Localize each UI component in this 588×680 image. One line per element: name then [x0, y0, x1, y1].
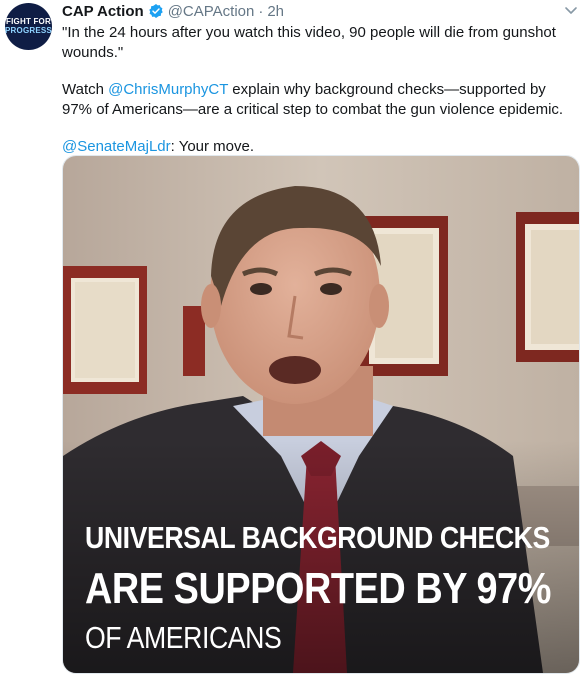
video-caption-line3: OF AMERICANS [85, 620, 282, 655]
tweet-text-segment: : Your move. [170, 138, 255, 155]
verified-badge-icon [148, 4, 163, 18]
chevron-down-icon[interactable] [564, 6, 578, 16]
tweet-timestamp[interactable]: 2h [267, 3, 284, 20]
video-caption-line1: UNIVERSAL BACKGROUND CHECKS [85, 520, 550, 555]
avatar[interactable]: FIGHT FOR PROGRESS [5, 3, 52, 50]
tweet-text-segment: Watch [62, 81, 109, 98]
mention-link-senatemajldr[interactable]: @SenateMajLdr [62, 138, 171, 155]
tweet-paragraph-2: Watch @ChrisMurphyCT explain why backgro… [62, 80, 578, 120]
tweet-text: "In the 24 hours after you watch this vi… [62, 23, 578, 157]
video-caption-line2: ARE SUPPORTED BY 97% [85, 564, 551, 613]
tweet-header: CAP Action @CAPAction · 2h [62, 1, 284, 21]
separator-dot: · [258, 2, 264, 20]
tweet-paragraph-3: @SenateMajLdr: Your move. [62, 137, 578, 157]
tweet-quote: "In the 24 hours after you watch this vi… [62, 24, 556, 61]
avatar-text-line2: PROGRESS [5, 26, 52, 35]
avatar-text-line1: FIGHT FOR [6, 17, 51, 26]
video-player[interactable]: UNIVERSAL BACKGROUND CHECKS ARE SUPPORTE… [62, 155, 580, 674]
mention-link-chrismurphyct[interactable]: @ChrisMurphyCT [108, 81, 228, 98]
account-handle[interactable]: @CAPAction [168, 3, 255, 20]
display-name[interactable]: CAP Action [62, 3, 144, 20]
